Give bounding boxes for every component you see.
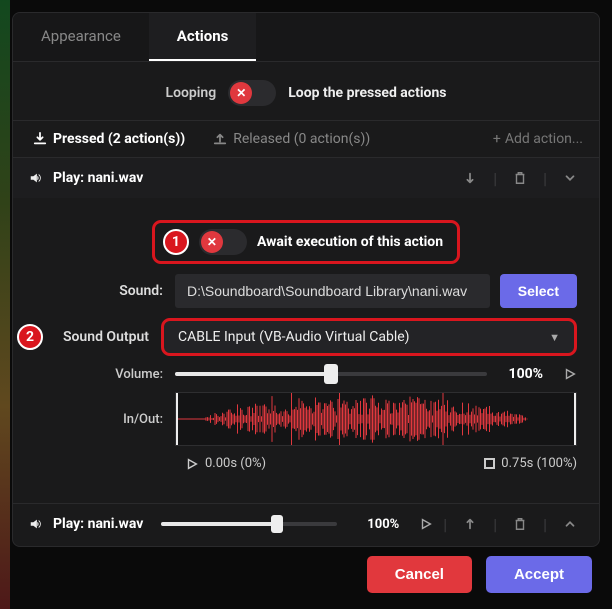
out-marker[interactable] <box>574 393 576 445</box>
looping-toggle[interactable]: ✕ <box>228 80 276 106</box>
action-2-title: Play: nani.wav <box>53 516 143 532</box>
download-icon <box>33 132 47 146</box>
action-1-content: 1 ✕ Await execution of this action Sound… <box>13 198 599 489</box>
annotation-badge-2: 2 <box>17 324 43 350</box>
volume-label: Volume: <box>35 367 175 382</box>
looping-label-right: Loop the pressed actions <box>288 85 446 101</box>
annotation-1-box: 1 ✕ Await execution of this action <box>152 220 460 264</box>
add-action-label: Add action... <box>505 131 583 147</box>
main-tabs: Appearance Actions <box>13 13 599 62</box>
chevron-down-icon: ▼ <box>549 331 560 344</box>
sound-label: Sound: <box>35 283 175 299</box>
inout-row: In/Out: <box>35 392 577 446</box>
upload-icon <box>213 132 227 146</box>
chevron-up-icon <box>563 517 577 531</box>
stop-icon <box>484 458 495 469</box>
close-icon: ✕ <box>230 82 252 104</box>
inout-label: In/Out: <box>35 412 175 427</box>
annotation-badge-1: 1 <box>163 229 189 255</box>
volume-row: Volume: 100% <box>35 366 577 382</box>
dialog-window: Appearance Actions Looping ✕ Loop the pr… <box>12 12 600 547</box>
subtab-released-label: Released (0 action(s)) <box>233 131 370 147</box>
subtab-pressed-label: Pressed (2 action(s)) <box>53 131 185 147</box>
sound-path-input[interactable] <box>175 274 490 308</box>
sound-output-row: 2 Sound Output CABLE Input (VB-Audio Vir… <box>17 318 577 356</box>
await-toggle[interactable]: ✕ <box>199 229 247 255</box>
left-color-edge <box>0 0 10 609</box>
chevron-down-icon <box>563 171 577 185</box>
speaker-icon <box>29 517 43 531</box>
await-label: Await execution of this action <box>257 234 443 250</box>
collapse-button[interactable] <box>557 168 583 188</box>
action-1-header: Play: nani.wav | | <box>13 158 599 198</box>
in-marker[interactable] <box>176 393 178 445</box>
action-1-title: Play: nani.wav <box>53 170 447 186</box>
action-2-header: Play: nani.wav 100% | | | <box>13 503 599 546</box>
action-2-volume-slider[interactable] <box>161 522 337 526</box>
looping-row: Looping ✕ Loop the pressed actions <box>13 62 599 120</box>
trash-icon <box>513 171 527 185</box>
subtab-released[interactable]: Released (0 action(s)) <box>209 121 374 157</box>
action-2-preview-button[interactable] <box>419 516 433 532</box>
volume-slider[interactable] <box>175 372 487 376</box>
action-2-volume-value: 100% <box>355 517 399 532</box>
close-icon: ✕ <box>201 231 223 253</box>
waveform-svg <box>176 393 576 445</box>
subtab-pressed[interactable]: Pressed (2 action(s)) <box>29 121 189 157</box>
select-sound-button[interactable]: Select <box>500 274 577 308</box>
tab-appearance[interactable]: Appearance <box>13 13 149 61</box>
cancel-button[interactable]: Cancel <box>367 556 472 593</box>
waveform[interactable] <box>175 392 577 446</box>
move-down-button[interactable] <box>457 168 483 188</box>
await-row: 1 ✕ Await execution of this action <box>35 220 577 264</box>
plus-icon: + <box>493 131 501 147</box>
play-icon <box>563 367 577 381</box>
add-action-button[interactable]: +Add action... <box>493 121 583 157</box>
expand-button[interactable] <box>557 514 583 534</box>
arrow-down-icon <box>463 171 477 185</box>
volume-value: 100% <box>497 366 543 382</box>
looping-label-left: Looping <box>166 85 217 101</box>
speaker-icon <box>29 171 43 185</box>
play-icon <box>419 517 433 531</box>
sound-output-value: CABLE Input (VB-Audio Virtual Cable) <box>178 329 410 345</box>
volume-preview-button[interactable] <box>563 366 577 382</box>
in-readout: 0.00s (0%) <box>205 456 266 471</box>
inout-readout-row: 0.00s (0%) 0.75s (100%) <box>35 456 577 471</box>
action-subtabs: Pressed (2 action(s)) Released (0 action… <box>13 120 599 158</box>
tab-actions[interactable]: Actions <box>149 13 257 61</box>
out-readout: 0.75s (100%) <box>501 456 577 471</box>
trash-icon <box>513 517 527 531</box>
sound-output-select[interactable]: CABLE Input (VB-Audio Virtual Cable) ▼ <box>161 318 577 356</box>
sound-row: Sound: Select <box>35 274 577 308</box>
sound-output-label: Sound Output <box>49 329 161 345</box>
delete-button[interactable] <box>507 168 533 188</box>
delete-button[interactable] <box>507 514 533 534</box>
accept-button[interactable]: Accept <box>486 556 592 593</box>
arrow-up-icon <box>463 517 477 531</box>
dialog-footer: Cancel Accept <box>367 556 592 593</box>
move-up-button[interactable] <box>457 514 483 534</box>
play-icon <box>185 457 199 471</box>
